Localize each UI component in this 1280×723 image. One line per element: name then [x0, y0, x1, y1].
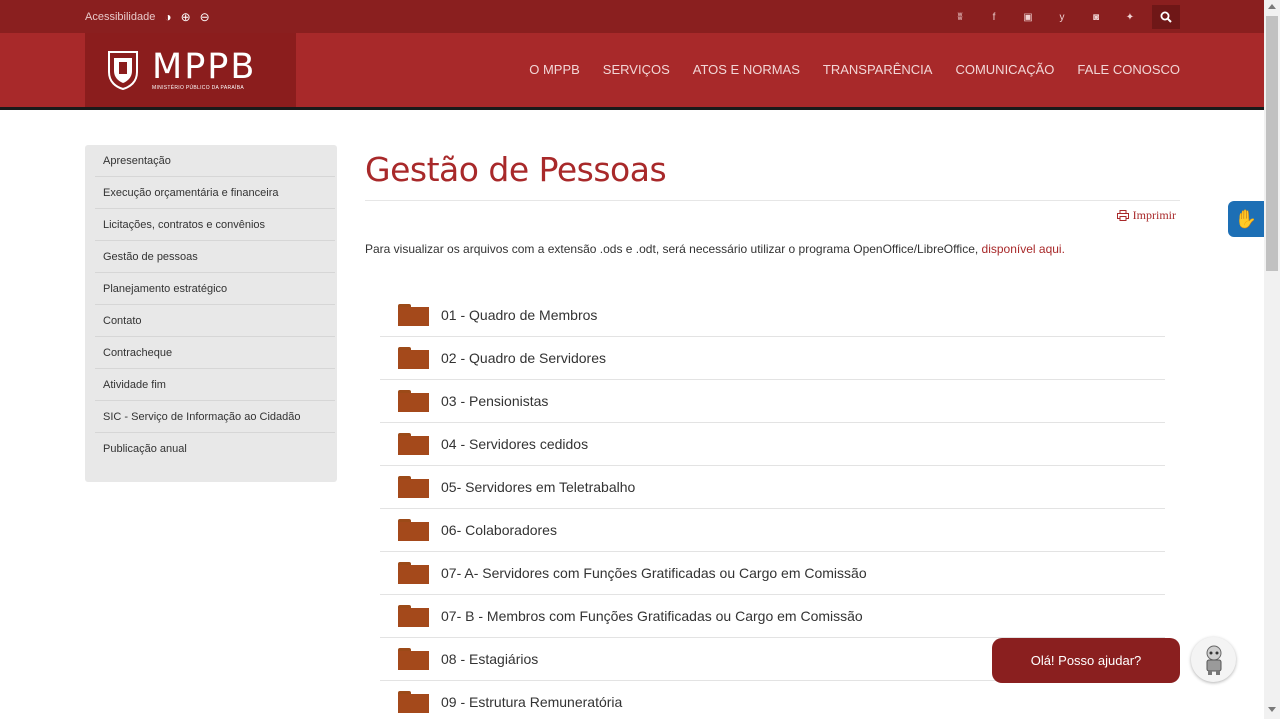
top-bar: Acessibilidade ◑ ⊕ ⊖ ʬ f ▣ y ◙ ✦ — [0, 0, 1264, 33]
sidebar-item-execucao-orcamentaria[interactable]: Execução orçamentária e financeira — [95, 177, 335, 209]
youtube-icon[interactable]: ▣ — [1016, 12, 1040, 23]
folder-item[interactable]: 03 - Pensionistas — [380, 380, 1165, 423]
info-text: Para visualizar os arquivos com a extens… — [365, 242, 1065, 256]
folder-item[interactable]: 06- Colaboradores — [380, 509, 1165, 552]
accessibility-label[interactable]: Acessibilidade — [85, 11, 155, 23]
main-menu: O MPPB SERVIÇOS ATOS E NORMAS TRANSPARÊN… — [529, 62, 1180, 77]
main-header: MPPB MINISTÉRIO PÚBLICO DA PARAÍBA O MPP… — [0, 33, 1264, 110]
sidebar-item-publicacao-anual[interactable]: Publicação anual — [95, 433, 335, 465]
folder-item[interactable]: 02 - Quadro de Servidores — [380, 337, 1165, 380]
sidebar-menu: Apresentação Execução orçamentária e fin… — [85, 145, 337, 482]
printer-icon — [1116, 210, 1129, 221]
scrollbar-thumb[interactable] — [1266, 16, 1278, 271]
rss-icon[interactable]: ʬ — [948, 12, 972, 23]
folder-item[interactable]: 04 - Servidores cedidos — [380, 423, 1165, 466]
instagram-icon[interactable]: ◙ — [1084, 12, 1108, 23]
title-divider — [365, 200, 1180, 201]
folder-icon — [398, 347, 429, 369]
chat-avatar[interactable] — [1191, 637, 1236, 682]
zoom-out-icon[interactable]: ⊖ — [200, 10, 210, 24]
folder-label: 05- Servidores em Teletrabalho — [441, 479, 636, 495]
folder-icon — [398, 519, 429, 541]
contrast-icon[interactable]: ◑ — [164, 10, 171, 24]
search-button[interactable] — [1152, 5, 1180, 29]
folder-label: 07- A- Servidores com Funções Gratificad… — [441, 565, 867, 581]
sidebar-item-gestao-de-pessoas[interactable]: Gestão de pessoas — [95, 241, 335, 273]
twitter-icon[interactable]: y — [1050, 12, 1074, 23]
folder-label: 06- Colaboradores — [441, 522, 557, 538]
scroll-up-arrow[interactable] — [1268, 4, 1276, 9]
search-icon — [1160, 11, 1172, 23]
scroll-down-arrow[interactable] — [1268, 707, 1276, 712]
menu-item-comunicacao[interactable]: COMUNICAÇÃO — [955, 62, 1054, 77]
sidebar-item-atividade-fim[interactable]: Atividade fim — [95, 369, 335, 401]
folder-label: 01 - Quadro de Membros — [441, 307, 598, 323]
sign-language-icon: ✋ — [1234, 208, 1258, 229]
menu-item-fale-conosco[interactable]: FALE CONOSCO — [1077, 62, 1180, 77]
sidebar-item-sic[interactable]: SIC - Serviço de Informação ao Cidadão — [95, 401, 335, 433]
folder-item[interactable]: 09 - Estrutura Remuneratória — [380, 681, 1165, 723]
folder-label: 09 - Estrutura Remuneratória — [441, 694, 623, 710]
brand: MPPB MINISTÉRIO PÚBLICO DA PARAÍBA — [152, 46, 257, 91]
folder-icon — [398, 605, 429, 627]
site-logo[interactable]: MPPB MINISTÉRIO PÚBLICO DA PARAÍBA — [85, 33, 296, 107]
folder-label: 03 - Pensionistas — [441, 393, 549, 409]
brand-subtitle: MINISTÉRIO PÚBLICO DA PARAÍBA — [152, 84, 244, 91]
android-icon[interactable]: ✦ — [1118, 12, 1142, 23]
folder-label: 04 - Servidores cedidos — [441, 436, 589, 452]
folder-item[interactable]: 05- Servidores em Teletrabalho — [380, 466, 1165, 509]
menu-item-atos-e-normas[interactable]: ATOS E NORMAS — [693, 62, 800, 77]
sidebar-item-planejamento[interactable]: Planejamento estratégico — [95, 273, 335, 305]
vlibras-button[interactable]: ✋ — [1228, 201, 1264, 237]
folder-icon — [398, 390, 429, 412]
robot-icon — [1206, 645, 1221, 675]
info-text-body: Para visualizar os arquivos com a extens… — [365, 242, 982, 256]
vertical-scrollbar[interactable] — [1264, 0, 1280, 719]
folder-label: 08 - Estagiários — [441, 651, 539, 667]
sidebar-item-contato[interactable]: Contato — [95, 305, 335, 337]
folder-icon — [398, 691, 429, 713]
menu-item-transparencia[interactable]: TRANSPARÊNCIA — [823, 62, 933, 77]
folder-item[interactable]: 07- A- Servidores com Funções Gratificad… — [380, 552, 1165, 595]
zoom-in-icon[interactable]: ⊕ — [181, 10, 191, 24]
folder-label: 07- B - Membros com Funções Gratificadas… — [441, 608, 863, 624]
sidebar-item-apresentacao[interactable]: Apresentação — [95, 145, 335, 177]
sidebar-item-contracheque[interactable]: Contracheque — [95, 337, 335, 369]
chat-button[interactable]: Olá! Posso ajudar? — [992, 638, 1180, 683]
menu-item-ompp[interactable]: O MPPB — [529, 62, 580, 77]
chat-label: Olá! Posso ajudar? — [1030, 653, 1142, 668]
download-link[interactable]: disponível aqui. — [982, 242, 1065, 256]
sidebar-item-licitacoes[interactable]: Licitações, contratos e convênios — [95, 209, 335, 241]
social-links: ʬ f ▣ y ◙ ✦ — [938, 5, 1180, 29]
folder-label: 02 - Quadro de Servidores — [441, 350, 606, 366]
print-link[interactable]: Imprimir — [1116, 208, 1176, 223]
folder-item[interactable]: 07- B - Membros com Funções Gratificadas… — [380, 595, 1165, 638]
menu-item-servicos[interactable]: SERVIÇOS — [603, 62, 670, 77]
accessibility-bar: Acessibilidade ◑ ⊕ ⊖ — [85, 10, 210, 24]
page-title: Gestão de Pessoas — [365, 150, 667, 189]
folder-icon — [398, 562, 429, 584]
folder-icon — [398, 433, 429, 455]
folder-icon — [398, 476, 429, 498]
folder-item[interactable]: 01 - Quadro de Membros — [380, 294, 1165, 337]
folder-icon — [398, 304, 429, 326]
brand-name: MPPB — [152, 46, 257, 87]
print-label: Imprimir — [1132, 208, 1176, 222]
crest-icon — [108, 51, 138, 90]
facebook-icon[interactable]: f — [982, 12, 1006, 23]
folder-icon — [398, 648, 429, 670]
